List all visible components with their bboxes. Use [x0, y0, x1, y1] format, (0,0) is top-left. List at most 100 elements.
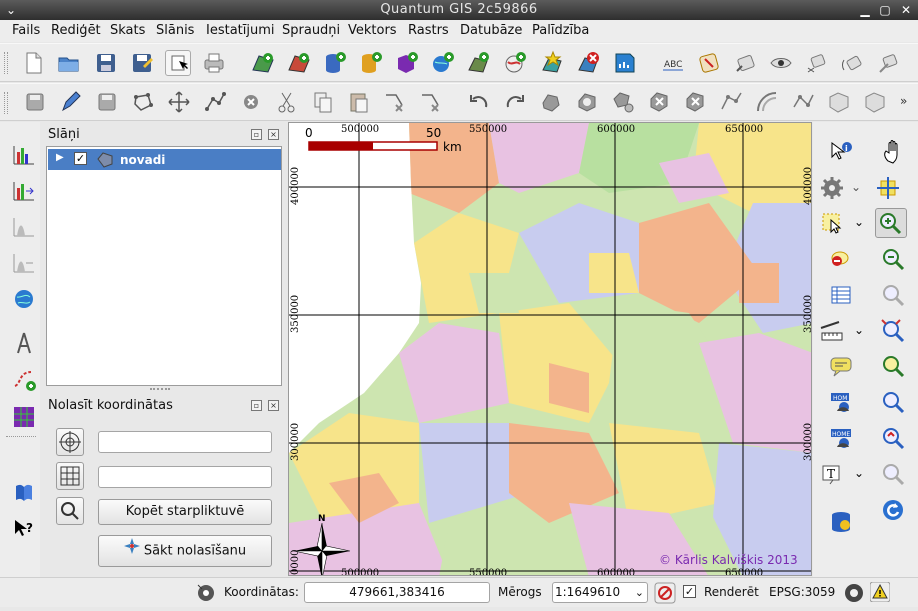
rotate-label-icon[interactable] — [840, 50, 866, 76]
redo-icon[interactable] — [502, 89, 528, 115]
add-wfs-icon[interactable] — [502, 50, 528, 76]
menu-view[interactable]: Skats — [110, 23, 145, 38]
minimize-icon[interactable]: ▁ — [857, 2, 873, 18]
expand-arrow-icon[interactable]: ▶ — [56, 152, 64, 163]
scale-dropdown-icon[interactable]: ⌄ — [635, 583, 644, 602]
node-tool-icon[interactable] — [202, 89, 228, 115]
menu-plugins[interactable]: Spraudņi — [282, 23, 340, 38]
new-project-icon[interactable] — [20, 50, 46, 76]
select-dropdown-icon[interactable]: ⌄ — [854, 215, 864, 229]
close-icon[interactable]: ✕ — [898, 2, 914, 18]
grid-crs-button[interactable] — [56, 462, 84, 490]
pin-labels-icon[interactable] — [732, 50, 758, 76]
close-panel-icon[interactable]: × — [268, 129, 279, 140]
layer-labeling-icon[interactable] — [696, 50, 722, 76]
new-print-composer-icon[interactable] — [165, 50, 191, 76]
pan-to-selection-icon[interactable] — [875, 175, 901, 201]
open-project-icon[interactable] — [56, 50, 82, 76]
float-panel-icon[interactable]: ▫ — [251, 400, 262, 411]
paste-features-icon[interactable] — [346, 89, 372, 115]
whats-this-icon[interactable]: ? — [11, 516, 37, 542]
measure-line-icon[interactable] — [819, 318, 845, 344]
layer-row[interactable]: ▶ ✓ novadi — [48, 149, 281, 170]
zoom-in-icon[interactable] — [875, 208, 907, 238]
add-vector-icon[interactable] — [286, 50, 312, 76]
add-wcs-icon[interactable] — [466, 50, 492, 76]
delete-selected-icon[interactable] — [238, 89, 264, 115]
manual-icon[interactable] — [11, 480, 37, 506]
local-histogram-icon[interactable] — [11, 214, 37, 240]
add-postgis-icon[interactable] — [322, 50, 348, 76]
new-gpx-icon[interactable] — [612, 50, 638, 76]
save-edits-icon[interactable] — [94, 89, 120, 115]
print-icon[interactable] — [201, 50, 227, 76]
scale-combobox[interactable]: 1:1649610 ⌄ — [552, 582, 648, 603]
show-bookmarks-icon[interactable]: HOME — [828, 425, 854, 451]
panel-splitter[interactable] — [150, 388, 170, 390]
simplify-feature-icon[interactable] — [538, 89, 564, 115]
refresh-icon[interactable] — [880, 497, 906, 523]
move-label-icon[interactable] — [804, 50, 830, 76]
select-features-icon[interactable] — [819, 210, 845, 236]
maximize-icon[interactable]: ▢ — [877, 2, 893, 18]
layer-checkbox[interactable]: ✓ — [74, 152, 87, 165]
database-icon[interactable] — [828, 509, 854, 535]
copy-clipboard-button[interactable]: Kopēt starpliktuvē — [98, 499, 272, 525]
full-histogram-icon[interactable] — [11, 250, 37, 276]
crs-selector-button[interactable] — [56, 428, 84, 456]
merge-features-icon[interactable] — [826, 89, 852, 115]
coord-input-1[interactable] — [98, 431, 272, 453]
crs-label[interactable]: EPSG:3059 — [769, 585, 835, 599]
start-capture-button[interactable]: Sākt nolasīšanu — [98, 535, 272, 567]
settings-dropdown-icon[interactable]: ⌄ — [851, 180, 861, 194]
new-bookmark-icon[interactable]: HOM — [828, 389, 854, 415]
zoom-last-icon[interactable] — [880, 389, 906, 415]
messages-warning-icon[interactable] — [869, 581, 891, 605]
toolbar-grip[interactable] — [4, 92, 8, 114]
menu-database[interactable]: Datubāze — [460, 23, 522, 38]
toolbar-grip[interactable] — [4, 52, 8, 74]
settings-icon[interactable] — [819, 175, 845, 201]
close-panel-icon[interactable]: × — [268, 400, 279, 411]
menu-settings[interactable]: Iestatījumi — [206, 23, 275, 38]
toggle-editing-icon[interactable] — [58, 89, 84, 115]
menu-raster[interactable]: Rastrs — [408, 23, 449, 38]
toolbar-overflow-icon[interactable]: » — [900, 94, 907, 108]
delete-ring-2-icon[interactable] — [646, 89, 672, 115]
add-feature-icon[interactable] — [130, 89, 156, 115]
offset-curve-icon[interactable] — [754, 89, 780, 115]
pan-icon[interactable] — [880, 139, 906, 165]
copy-features-icon[interactable] — [310, 89, 336, 115]
georeferencer-icon[interactable] — [11, 286, 37, 312]
menu-edit[interactable]: Rediģēt — [51, 23, 101, 38]
zoom-full-icon[interactable] — [880, 282, 906, 308]
coord-input-2[interactable] — [98, 466, 272, 488]
zoom-actual-icon[interactable] — [880, 461, 906, 487]
save-project-icon[interactable] — [93, 50, 119, 76]
identify-icon[interactable]: i — [828, 139, 854, 165]
label-icon[interactable]: ABC — [660, 50, 686, 76]
crs-status-icon[interactable] — [843, 582, 865, 607]
remove-layer-icon[interactable] — [576, 50, 602, 76]
map-tips-icon[interactable] — [828, 353, 854, 379]
menu-vector[interactable]: Vektors — [348, 23, 397, 38]
add-spatialite-icon[interactable] — [358, 50, 384, 76]
current-edits-icon[interactable] — [22, 89, 48, 115]
attribute-table-icon[interactable] — [828, 282, 854, 308]
stretch-histogram-icon[interactable] — [11, 178, 37, 204]
add-ring-icon[interactable] — [574, 89, 600, 115]
add-part-icon[interactable] — [610, 89, 636, 115]
text-annotation-icon[interactable]: T — [819, 461, 845, 487]
move-feature-icon[interactable] — [166, 89, 192, 115]
change-label-icon[interactable] — [876, 50, 902, 76]
merge-attributes-icon[interactable] — [862, 89, 888, 115]
add-raster-icon[interactable] — [250, 50, 276, 76]
gps-tools-icon[interactable] — [11, 366, 37, 392]
deselect-icon[interactable] — [828, 246, 854, 272]
split-features-icon[interactable] — [790, 89, 816, 115]
menu-layer[interactable]: Slānis — [156, 23, 194, 38]
cut-features-icon[interactable] — [274, 89, 300, 115]
delete-part-icon[interactable] — [382, 89, 408, 115]
zoom-next-icon[interactable] — [880, 425, 906, 451]
undo-icon[interactable] — [466, 89, 492, 115]
